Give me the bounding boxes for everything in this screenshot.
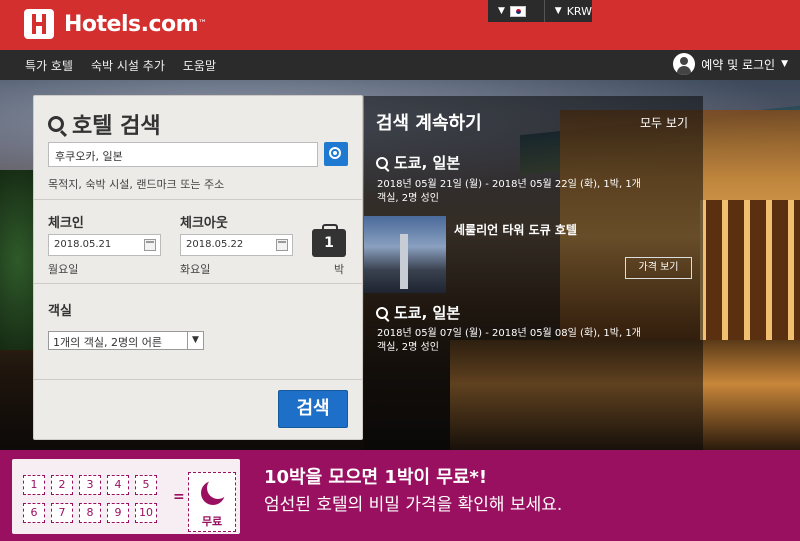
checkin-day: 월요일 bbox=[48, 263, 79, 276]
moon-icon bbox=[201, 477, 229, 505]
search-button[interactable]: 검색 bbox=[278, 390, 348, 428]
stamp-number: 4 bbox=[107, 475, 129, 495]
nav-item-help[interactable]: 도움말 bbox=[183, 57, 216, 74]
stamp-number: 10 bbox=[135, 503, 157, 523]
recent-search-guests: 객실, 2명 성인 bbox=[377, 342, 439, 353]
continue-title: 검색 계속하기 bbox=[376, 113, 482, 134]
promo-subline: 엄선된 호텔의 비밀 가격을 확인해 보세요. bbox=[264, 495, 563, 515]
checkin-label: 체크인 bbox=[48, 216, 84, 231]
korea-flag-icon bbox=[509, 5, 526, 17]
locate-me-icon[interactable] bbox=[324, 142, 348, 166]
nav-item-add-property[interactable]: 숙박 시설 추가 bbox=[91, 57, 165, 74]
rooms-label: 객실 bbox=[48, 304, 72, 319]
nights-unit: 박 bbox=[334, 263, 345, 276]
rewards-stamp-card: 1 2 3 4 5 6 7 8 9 10 = 무료 bbox=[12, 459, 240, 534]
destination-hint: 목적지, 숙박 시설, 랜드마크 또는 주소 bbox=[48, 178, 225, 191]
search-icon bbox=[376, 306, 388, 319]
header-bar: Hotels.com ™ ▼ ▼ KRW bbox=[0, 0, 800, 50]
recent-search-guests: 객실, 2명 성인 bbox=[377, 193, 439, 204]
recent-search-title[interactable]: 도쿄, 일본 bbox=[376, 302, 460, 323]
user-avatar-icon bbox=[673, 53, 696, 75]
calendar-icon bbox=[144, 239, 156, 251]
stamp-number: 1 bbox=[23, 475, 45, 495]
recent-search-detail: 2018년 05월 21일 (월) - 2018년 05월 22일 (화), 1… bbox=[377, 178, 677, 206]
nav-item-deals[interactable]: 특가 호텔 bbox=[25, 57, 73, 74]
currency-label: KRW bbox=[566, 4, 592, 18]
stamp-number: 9 bbox=[107, 503, 129, 523]
chevron-down-icon: ▼ bbox=[781, 59, 788, 69]
stamp-number: 6 bbox=[23, 503, 45, 523]
brand-trademark: ™ bbox=[198, 19, 208, 29]
recent-search-dates: 2018년 05월 07일 (월) - 2018년 05월 08일 (화), 1… bbox=[377, 328, 641, 339]
divider bbox=[34, 283, 362, 284]
brand-name: Hotels.com bbox=[64, 11, 199, 37]
hotel-search-panel: 호텔 검색 후쿠오카, 일본 목적지, 숙박 시설, 랜드마크 또는 주소 체크… bbox=[33, 95, 363, 440]
checkin-date-value: 2018.05.21 bbox=[54, 239, 112, 250]
equals-sign: = bbox=[173, 489, 185, 505]
login-label: 예약 및 로그인 bbox=[701, 57, 776, 72]
locale-divider bbox=[543, 0, 545, 22]
rooms-select[interactable]: 1개의 객실, 2명의 어른 ▼ bbox=[48, 331, 204, 350]
promo-headline: 10박을 모으면 1박이 무료*! bbox=[264, 467, 488, 488]
see-all-link[interactable]: 모두 보기 bbox=[640, 114, 688, 131]
checkout-day: 화요일 bbox=[180, 263, 211, 276]
recent-search-title[interactable]: 도쿄, 일본 bbox=[376, 152, 460, 173]
checkout-date-input[interactable]: 2018.05.22 bbox=[180, 234, 293, 256]
continue-search-panel: 검색 계속하기 모두 보기 도쿄, 일본 2018년 05월 21일 (월) -… bbox=[364, 96, 703, 450]
chevron-down-icon: ▼ bbox=[554, 6, 562, 16]
rooms-select-value: 1개의 객실, 2명의 어른 bbox=[53, 336, 162, 349]
hero-pillars bbox=[700, 200, 800, 350]
free-night-stamp: 무료 bbox=[188, 472, 236, 532]
hotel-name[interactable]: 세룰리언 타워 도큐 호텔 bbox=[454, 221, 577, 238]
free-label: 무료 bbox=[201, 515, 223, 528]
checkout-label: 체크아웃 bbox=[180, 216, 228, 231]
stamp-number: 3 bbox=[79, 475, 101, 495]
destination-input[interactable]: 후쿠오카, 일본 bbox=[48, 142, 318, 167]
search-title: 호텔 검색 bbox=[48, 108, 161, 140]
recent-search-detail: 2018년 05월 07일 (월) - 2018년 05월 08일 (화), 1… bbox=[377, 327, 677, 355]
search-title-text: 호텔 검색 bbox=[72, 114, 161, 139]
hotels-logo[interactable]: Hotels.com ™ bbox=[24, 9, 207, 39]
hotel-thumbnail[interactable] bbox=[364, 216, 446, 293]
search-icon bbox=[48, 116, 64, 132]
chevron-down-icon: ▼ bbox=[498, 6, 505, 16]
view-price-button[interactable]: 가격 보기 bbox=[625, 257, 692, 279]
checkin-date-input[interactable]: 2018.05.21 bbox=[48, 234, 161, 256]
stamp-number: 7 bbox=[51, 503, 73, 523]
login-menu[interactable]: 예약 및 로그인 ▼ bbox=[673, 53, 788, 75]
stamp-number: 2 bbox=[51, 475, 73, 495]
calendar-icon bbox=[276, 239, 288, 251]
divider bbox=[34, 199, 362, 200]
divider bbox=[34, 379, 362, 380]
top-nav: 특가 호텔 숙박 시설 추가 도움말 예약 및 로그인 ▼ bbox=[0, 50, 800, 80]
recent-search-title-text: 도쿄, 일본 bbox=[394, 304, 461, 322]
hotels-logo-icon bbox=[24, 9, 54, 39]
recent-search-title-text: 도쿄, 일본 bbox=[394, 154, 461, 172]
stamp-number: 8 bbox=[79, 503, 101, 523]
nights-count-icon: 1 bbox=[312, 224, 346, 257]
locale-selector[interactable]: ▼ ▼ KRW bbox=[488, 0, 592, 22]
stamp-number: 5 bbox=[135, 475, 157, 495]
recent-search-dates: 2018년 05월 21일 (월) - 2018년 05월 22일 (화), 1… bbox=[377, 179, 641, 190]
search-icon bbox=[376, 156, 388, 169]
chevron-down-icon: ▼ bbox=[187, 332, 203, 349]
checkout-date-value: 2018.05.22 bbox=[186, 239, 244, 250]
